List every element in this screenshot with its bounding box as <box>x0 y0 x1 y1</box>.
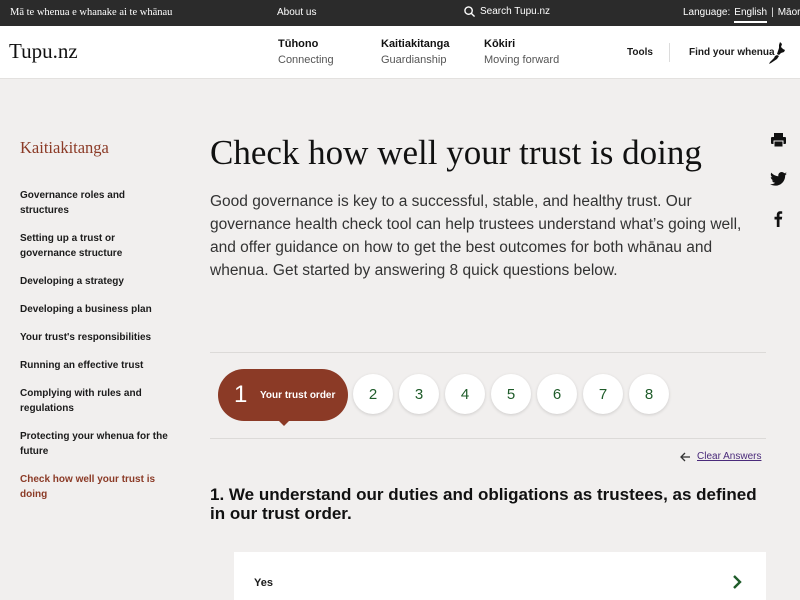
step-6[interactable]: 6 <box>537 374 577 414</box>
nav-title: Kaitiakitanga <box>381 38 450 50</box>
main-header: Tupu.nz Tūhono Connecting Kaitiakitanga … <box>0 26 800 79</box>
sidebar-item-protecting-whenua[interactable]: Protecting your whenua for the future <box>20 429 170 459</box>
main-content: Check how well your trust is doing Good … <box>210 133 766 282</box>
step-number: 1 <box>234 381 248 408</box>
question-text: 1. We understand our duties and obligati… <box>210 485 757 523</box>
lang-separator: | <box>771 7 774 18</box>
step-8[interactable]: 8 <box>629 374 669 414</box>
nav-subtitle: Connecting <box>278 54 334 66</box>
nav-subtitle: Guardianship <box>381 54 447 66</box>
nav-subtitle: Moving forward <box>484 54 560 66</box>
answer-option-yes[interactable]: Yes <box>234 552 766 600</box>
nav-title: Tūhono <box>278 38 319 50</box>
step-pointer <box>275 417 293 426</box>
header-divider <box>669 43 670 62</box>
sidebar-list: Governance roles and structures Setting … <box>20 188 170 502</box>
intro-text: Good governance is key to a successful, … <box>210 193 742 279</box>
answer-label: Yes <box>254 577 273 589</box>
step-label: Your trust order <box>260 389 336 401</box>
search-link[interactable]: Search Tupu.nz <box>464 6 550 17</box>
site-logo[interactable]: Tupu.nz <box>9 39 78 64</box>
nav-item-kaitiakitanga[interactable]: Kaitiakitanga Guardianship <box>381 38 449 66</box>
sidebar-item-business-plan[interactable]: Developing a business plan <box>20 302 170 317</box>
chevron-right-icon <box>733 575 742 589</box>
step-3[interactable]: 3 <box>399 374 439 414</box>
search-label: Search Tupu.nz <box>480 6 551 17</box>
clear-answers-button[interactable]: Clear Answers <box>680 451 761 462</box>
sidebar-item-check-trust[interactable]: Check how well your trust is doing <box>20 472 170 502</box>
nav-item-tuhono[interactable]: Tūhono Connecting <box>278 38 334 66</box>
step-1-active[interactable]: 1 Your trust order <box>218 369 348 426</box>
print-icon[interactable] <box>770 132 787 148</box>
step-2[interactable]: 2 <box>353 374 393 414</box>
utility-bar: Mā te whenua e whanake ai te whānau Abou… <box>0 0 800 26</box>
twitter-icon[interactable] <box>770 172 787 186</box>
facebook-icon[interactable] <box>770 210 787 227</box>
section-sidebar: Kaitiakitanga Governance roles and struc… <box>20 138 170 515</box>
clear-answers-label: Clear Answers <box>697 451 762 462</box>
tools-link[interactable]: Tools <box>627 47 653 58</box>
sidebar-item-complying[interactable]: Complying with rules and regulations <box>20 386 170 416</box>
search-icon <box>464 6 475 17</box>
divider <box>210 438 766 439</box>
sidebar-item-setting-up-trust[interactable]: Setting up a trust or governance structu… <box>20 231 170 261</box>
lang-maori[interactable]: Māori <box>778 7 800 23</box>
divider <box>210 352 766 353</box>
about-us-link[interactable]: About us <box>277 7 316 18</box>
lang-english[interactable]: English <box>734 7 768 23</box>
tagline: Mā te whenua e whanake ai te whānau <box>10 7 173 18</box>
step-4[interactable]: 4 <box>445 374 485 414</box>
language-switcher: Language: English | Māori <box>683 7 800 23</box>
arrow-left-icon <box>680 452 690 461</box>
nav-item-kokiri[interactable]: Kōkiri Moving forward <box>484 38 559 66</box>
nz-map-icon[interactable] <box>767 41 789 65</box>
sidebar-item-developing-strategy[interactable]: Developing a strategy <box>20 274 170 289</box>
sidebar-item-running-trust[interactable]: Running an effective trust <box>20 358 170 373</box>
sidebar-item-trust-responsibilities[interactable]: Your trust's responsibilities <box>20 330 170 345</box>
step-7[interactable]: 7 <box>583 374 623 414</box>
sidebar-heading[interactable]: Kaitiakitanga <box>20 138 170 158</box>
page-title: Check how well your trust is doing <box>210 133 702 172</box>
find-your-whenua-link[interactable]: Find your whenua <box>689 47 775 58</box>
language-label: Language: <box>683 7 731 18</box>
nav-title: Kōkiri <box>484 38 516 50</box>
step-5[interactable]: 5 <box>491 374 531 414</box>
sidebar-item-governance-roles[interactable]: Governance roles and structures <box>20 188 170 218</box>
